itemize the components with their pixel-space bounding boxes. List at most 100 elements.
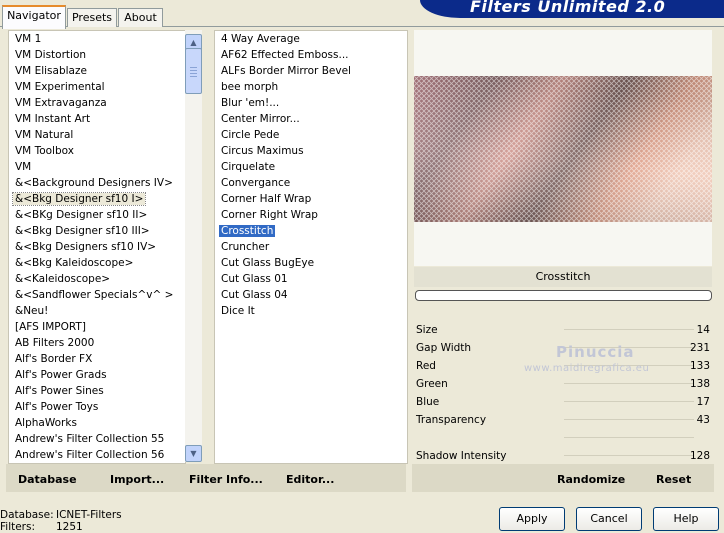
preview-margin-bottom <box>414 222 712 266</box>
apply-button[interactable]: Apply <box>499 507 565 531</box>
category-item[interactable]: VM Distortion <box>9 47 185 63</box>
tab-about[interactable]: About <box>118 8 163 27</box>
filter-item[interactable]: bee morph <box>215 79 407 95</box>
category-list[interactable]: VM 1 VM Distortion VM Elisablaze VM Experim… <box>8 30 186 464</box>
filter-item[interactable]: Blur 'em!... <box>215 95 407 111</box>
category-item-label: &<Background Designers IV> <box>15 177 173 189</box>
parameter-value: 128 <box>689 450 710 462</box>
category-item-label: &<Bkg Designer sf10 I> <box>11 192 147 206</box>
filter-item-label: Cut Glass 04 <box>221 289 288 301</box>
database-button[interactable]: Database <box>18 473 77 486</box>
watermark-name: Pinuccia <box>556 343 635 361</box>
category-item-label: AB Filters 2000 <box>15 337 95 349</box>
category-item[interactable]: Alf's Power Sines <box>9 383 185 399</box>
randomize-button[interactable]: Randomize <box>557 473 625 486</box>
filter-item[interactable]: Cut Glass 04 <box>215 287 407 303</box>
category-item[interactable]: VM Instant Art <box>9 111 185 127</box>
reset-button[interactable]: Reset <box>656 473 691 486</box>
category-item[interactable]: VM <box>9 159 185 175</box>
filter-list[interactable]: 4 Way Average AF62 Effected Emboss... ALFs… <box>214 30 408 464</box>
filter-item[interactable]: Circle Pede <box>215 127 407 143</box>
category-item-label: &<BKg Designer sf10 II> <box>15 209 148 221</box>
category-item-label: VM Extravaganza <box>15 97 107 109</box>
filter-info-button[interactable]: Filter Info... <box>189 473 263 486</box>
category-item[interactable]: &Neu! <box>9 303 185 319</box>
category-item[interactable]: &<Kaleidoscope> <box>9 271 185 287</box>
filter-item[interactable]: Center Mirror... <box>215 111 407 127</box>
filter-item[interactable]: Cruncher <box>215 239 407 255</box>
category-item[interactable]: Andrew's Filter Collection 56 <box>9 447 185 463</box>
editor-button[interactable]: Editor... <box>286 473 334 486</box>
parameter-label: Green <box>416 378 448 390</box>
filter-item-label: Cirquelate <box>221 161 276 173</box>
filter-item[interactable]: Dice It <box>215 303 407 319</box>
parameter-value: 133 <box>689 360 710 372</box>
category-scrollbar[interactable]: ▲ ▼ <box>185 30 202 462</box>
category-item-label: Alf's Power Grads <box>15 369 107 381</box>
parameter-row[interactable]: Transparency 43 <box>414 411 712 429</box>
category-item-label: [AFS IMPORT] <box>15 321 86 333</box>
preview-image <box>414 76 712 222</box>
parameter-slider-track[interactable] <box>564 383 694 384</box>
category-item[interactable]: AB Filters 2000 <box>9 335 185 351</box>
filter-item[interactable]: ALFs Border Mirror Bevel <box>215 63 407 79</box>
category-item[interactable]: &<Bkg Kaleidoscope> <box>9 255 185 271</box>
category-item[interactable]: VM Toolbox <box>9 143 185 159</box>
parameter-slider-track[interactable] <box>564 329 694 330</box>
filter-item[interactable]: Convergance <box>215 175 407 191</box>
category-item[interactable]: Andrew's Filter Collection 55 <box>9 431 185 447</box>
category-item[interactable]: VM Natural <box>9 127 185 143</box>
filter-item[interactable]: Crosstitch <box>215 223 407 239</box>
tab-presets[interactable]: Presets <box>67 8 117 27</box>
status-database-value: ICNET-Filters <box>56 509 122 521</box>
scroll-down-button[interactable]: ▼ <box>185 445 202 462</box>
parameter-slider-track[interactable] <box>564 455 694 456</box>
tab-navigator[interactable]: Navigator <box>2 5 66 29</box>
filter-item[interactable]: Circus Maximus <box>215 143 407 159</box>
filter-item-label: Corner Right Wrap <box>221 209 318 221</box>
parameter-label: Gap Width <box>416 342 472 354</box>
category-item-label: Alf's Power Toys <box>15 401 99 413</box>
category-item[interactable]: Alf's Power Grads <box>9 367 185 383</box>
parameter-row[interactable]: Green 138 <box>414 375 712 393</box>
parameter-slider-track[interactable] <box>564 437 694 438</box>
category-item[interactable]: [AFS IMPORT] <box>9 319 185 335</box>
category-item[interactable]: &<BKg Designer sf10 II> <box>9 207 185 223</box>
scroll-thumb[interactable] <box>185 48 202 94</box>
filter-item[interactable]: AF62 Effected Emboss... <box>215 47 407 63</box>
category-item[interactable]: &<Bkg Designer sf10 III> <box>9 223 185 239</box>
filter-item-label: Cut Glass BugEye <box>221 257 315 269</box>
help-button[interactable]: Help <box>653 507 719 531</box>
parameter-row[interactable]: Shadow Intensity 128 <box>414 447 712 465</box>
filter-item-label: AF62 Effected Emboss... <box>221 49 349 61</box>
category-item-label: VM Experimental <box>15 81 105 93</box>
category-item[interactable]: VM Extravaganza <box>9 95 185 111</box>
parameter-row[interactable] <box>414 429 712 447</box>
category-item[interactable]: Alf's Border FX <box>9 351 185 367</box>
category-item[interactable]: &<Bkg Designer sf10 I> <box>9 191 185 207</box>
category-item[interactable]: VM Elisablaze <box>9 63 185 79</box>
cancel-button[interactable]: Cancel <box>576 507 642 531</box>
category-item[interactable]: VM 1 <box>9 31 185 47</box>
filter-item[interactable]: Cut Glass BugEye <box>215 255 407 271</box>
category-item[interactable]: VM Experimental <box>9 79 185 95</box>
filter-item[interactable]: Corner Right Wrap <box>215 207 407 223</box>
parameter-label: Size <box>416 324 438 336</box>
parameter-slider-track[interactable] <box>564 401 694 402</box>
import-button[interactable]: Import... <box>110 473 164 486</box>
parameter-row[interactable]: Blue 17 <box>414 393 712 411</box>
category-item[interactable]: AlphaWorks <box>9 415 185 431</box>
category-item-label: VM 1 <box>15 33 42 45</box>
category-item[interactable]: &<Background Designers IV> <box>9 175 185 191</box>
category-item[interactable]: &<Bkg Designers sf10 IV> <box>9 239 185 255</box>
filter-item[interactable]: Cirquelate <box>215 159 407 175</box>
filter-item[interactable]: Corner Half Wrap <box>215 191 407 207</box>
parameter-row[interactable]: Size 14 <box>414 321 712 339</box>
parameter-slider-track[interactable] <box>564 419 694 420</box>
filter-item-label: Corner Half Wrap <box>221 193 312 205</box>
filter-item[interactable]: 4 Way Average <box>215 31 407 47</box>
category-item-label: Andrew's Filter Collection 55 <box>15 433 165 445</box>
category-item[interactable]: Alf's Power Toys <box>9 399 185 415</box>
filter-item[interactable]: Cut Glass 01 <box>215 271 407 287</box>
category-item[interactable]: &<Sandflower Specials^v^ > <box>9 287 185 303</box>
